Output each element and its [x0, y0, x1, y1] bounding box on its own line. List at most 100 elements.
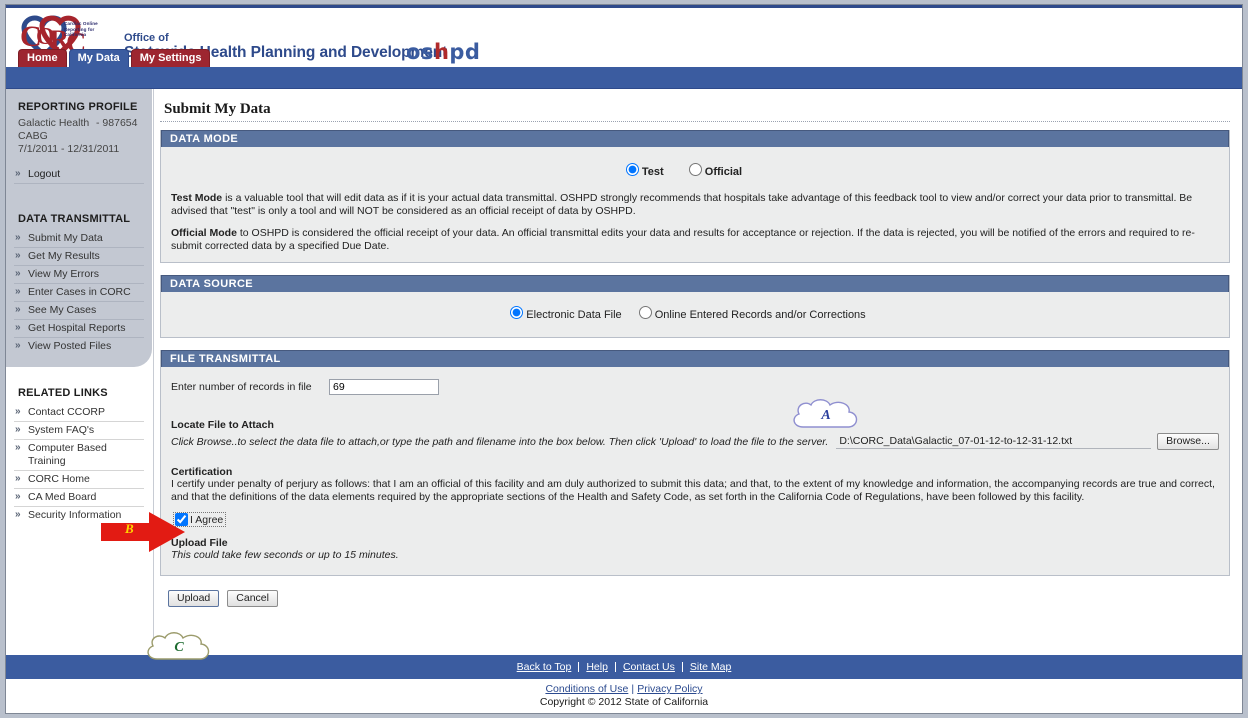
reporting-profile-details: Galactic Health - 987654 CABG 7/1/2011 -…	[6, 113, 152, 156]
browse-button[interactable]: Browse...	[1157, 433, 1219, 450]
footer-link-contact-us[interactable]: Contact Us	[616, 662, 683, 672]
certification-text: I certify under penalty of perjury as fo…	[171, 478, 1215, 503]
cancel-button[interactable]: Cancel	[227, 590, 278, 607]
chevron-right-icon: »	[15, 473, 21, 484]
data-source-panel: DATA SOURCE Electronic Data File Online …	[160, 275, 1230, 338]
sidebar-item-label: Enter Cases in CORC	[28, 285, 131, 298]
oshpd-h: h	[433, 40, 450, 64]
tab-my-data[interactable]: My Data	[68, 49, 129, 67]
sidebar-item-label: Get My Results	[28, 249, 100, 262]
data-source-panel-title: DATA SOURCE	[161, 275, 1229, 292]
sidebar: REPORTING PROFILE Galactic Health - 9876…	[6, 89, 154, 657]
radio-text-test: Test	[641, 166, 664, 178]
chevron-right-icon: »	[15, 491, 21, 502]
sidebar-item-logout[interactable]: » Logout	[14, 166, 144, 184]
chevron-right-icon: »	[15, 442, 21, 453]
data-mode-panel-title: DATA MODE	[161, 130, 1229, 147]
profile-facility-id: 987654	[102, 117, 138, 129]
file-transmittal-panel-title: FILE TRANSMITTAL	[161, 350, 1229, 367]
chevron-right-icon: »	[15, 168, 21, 179]
arrow-right-icon	[101, 512, 185, 552]
corc-logo-tagline: Cardiac Online Reporting for California	[64, 21, 98, 38]
data-mode-radio-group: Test Official	[169, 157, 1221, 180]
footer-link-help[interactable]: Help	[579, 662, 616, 672]
records-count-input[interactable]	[329, 379, 439, 395]
main-content: Submit My Data DATA MODE Test Official T…	[154, 89, 1242, 657]
radio-label-official[interactable]: Official	[688, 163, 743, 178]
footer-separator: |	[631, 683, 635, 695]
sidebar-item-label: View Posted Files	[28, 339, 112, 352]
sidebar-related-list: » Contact CCORP » System FAQ's » Compute…	[6, 404, 152, 524]
radio-online-entered[interactable]	[638, 306, 652, 319]
sidebar-heading-data-transmittal: DATA TRANSMITTAL	[18, 213, 131, 225]
radio-label-electronic-data-file[interactable]: Electronic Data File	[510, 306, 622, 321]
sidebar-item-get-my-results[interactable]: » Get My Results	[14, 248, 144, 266]
official-mode-bold: Official Mode	[171, 227, 237, 239]
sidebar-item-view-posted-files[interactable]: » View Posted Files	[14, 338, 144, 355]
locate-file-hint: Click Browse..to select the data file to…	[171, 435, 829, 448]
tab-my-settings[interactable]: My Settings	[130, 49, 211, 67]
official-mode-text: to OSHPD is considered the official rece…	[171, 227, 1195, 252]
sidebar-item-enter-cases-in-corc[interactable]: » Enter Cases in CORC	[14, 284, 144, 302]
footer-legal: Conditions of Use | Privacy Policy Copyr…	[6, 679, 1242, 713]
profile-dash: -	[96, 117, 100, 129]
records-count-row: Enter number of records in file	[169, 375, 1221, 397]
organization-line-1: Office of	[124, 32, 169, 44]
footer-link-site-map[interactable]: Site Map	[683, 662, 738, 673]
chevron-right-icon: »	[15, 232, 21, 243]
chevron-right-icon: »	[15, 304, 21, 315]
annotation-letter-a: A	[821, 408, 831, 423]
profile-facility-name: Galactic Health	[18, 117, 90, 129]
annotation-letter-c: C	[174, 640, 184, 655]
footer-legal-links: Conditions of Use | Privacy Policy	[6, 683, 1242, 695]
profile-period: 7/1/2011 - 12/31/2011	[18, 143, 120, 155]
file-path-input[interactable]: D:\CORC_Data\Galactic_07-01-12-to-12-31-…	[836, 434, 1151, 449]
sidebar-item-label: View My Errors	[28, 267, 99, 280]
radio-electronic-data-file[interactable]	[510, 306, 524, 319]
footer-link-privacy-policy[interactable]: Privacy Policy	[637, 683, 702, 695]
data-source-radio-group: Electronic Data File Online Entered Reco…	[169, 300, 1221, 323]
data-mode-panel-body: Test Official Test Mode is a valuable to…	[161, 147, 1229, 262]
sidebar-heading-related-links: RELATED LINKS	[18, 387, 108, 399]
tab-home[interactable]: Home	[18, 49, 67, 67]
upload-file-heading: Upload File	[171, 537, 228, 549]
radio-text-official: Official	[704, 166, 743, 178]
sidebar-transmittal-list: » Submit My Data » Get My Results » View…	[6, 230, 152, 355]
chevron-right-icon: »	[15, 286, 21, 297]
page-header: C O R C Cardiac Online Reporting for Cal…	[6, 5, 1242, 67]
upload-button[interactable]: Upload	[168, 590, 220, 607]
sidebar-item-view-my-errors[interactable]: » View My Errors	[14, 266, 144, 284]
sidebar-item-get-hospital-reports[interactable]: » Get Hospital Reports	[14, 320, 144, 338]
sidebar-item-system-faqs[interactable]: » System FAQ's	[14, 422, 144, 440]
sidebar-item-ca-med-board[interactable]: » CA Med Board	[14, 489, 144, 507]
annotation-letter-b: B	[125, 521, 134, 536]
radio-text-electronic: Electronic Data File	[526, 309, 622, 321]
radio-label-test[interactable]: Test	[625, 163, 664, 178]
certification-heading: Certification	[171, 466, 233, 478]
chevron-right-icon: »	[15, 424, 21, 435]
oshpd-wordmark: oshpd	[406, 40, 480, 64]
sidebar-item-corc-home[interactable]: » CORC Home	[14, 471, 144, 489]
radio-label-online-entered[interactable]: Online Entered Records and/or Correction…	[638, 306, 866, 321]
sidebar-item-label: Get Hospital Reports	[28, 321, 126, 334]
sidebar-item-computer-based-training[interactable]: » Computer Based Training	[14, 440, 144, 471]
sidebar-item-label: See My Cases	[28, 303, 97, 316]
sidebar-item-contact-ccorp[interactable]: » Contact CCORP	[14, 404, 144, 422]
chevron-right-icon: »	[15, 509, 21, 520]
page-title: Submit My Data	[160, 97, 1230, 122]
sidebar-item-label: CA Med Board	[28, 490, 97, 503]
footer-link-conditions-of-use[interactable]: Conditions of Use	[545, 683, 628, 695]
sidebar-item-see-my-cases[interactable]: » See My Cases	[14, 302, 144, 320]
radio-test[interactable]	[625, 163, 639, 176]
chevron-right-icon: »	[15, 406, 21, 417]
sidebar-item-submit-my-data[interactable]: » Submit My Data	[14, 230, 144, 248]
test-mode-bold: Test Mode	[171, 192, 223, 204]
radio-text-online: Online Entered Records and/or Correction…	[654, 309, 866, 321]
footer-link-back-to-top[interactable]: Back to Top	[510, 662, 580, 672]
annotation-callout-a: A	[789, 397, 863, 435]
file-attach-row: Click Browse..to select the data file to…	[171, 433, 1219, 450]
main-nav-tabs: Home My Data My Settings	[18, 49, 211, 67]
sidebar-item-label-logout: Logout	[28, 167, 61, 180]
sidebar-heading-reporting-profile: REPORTING PROFILE	[18, 101, 138, 113]
radio-official[interactable]	[688, 163, 702, 176]
